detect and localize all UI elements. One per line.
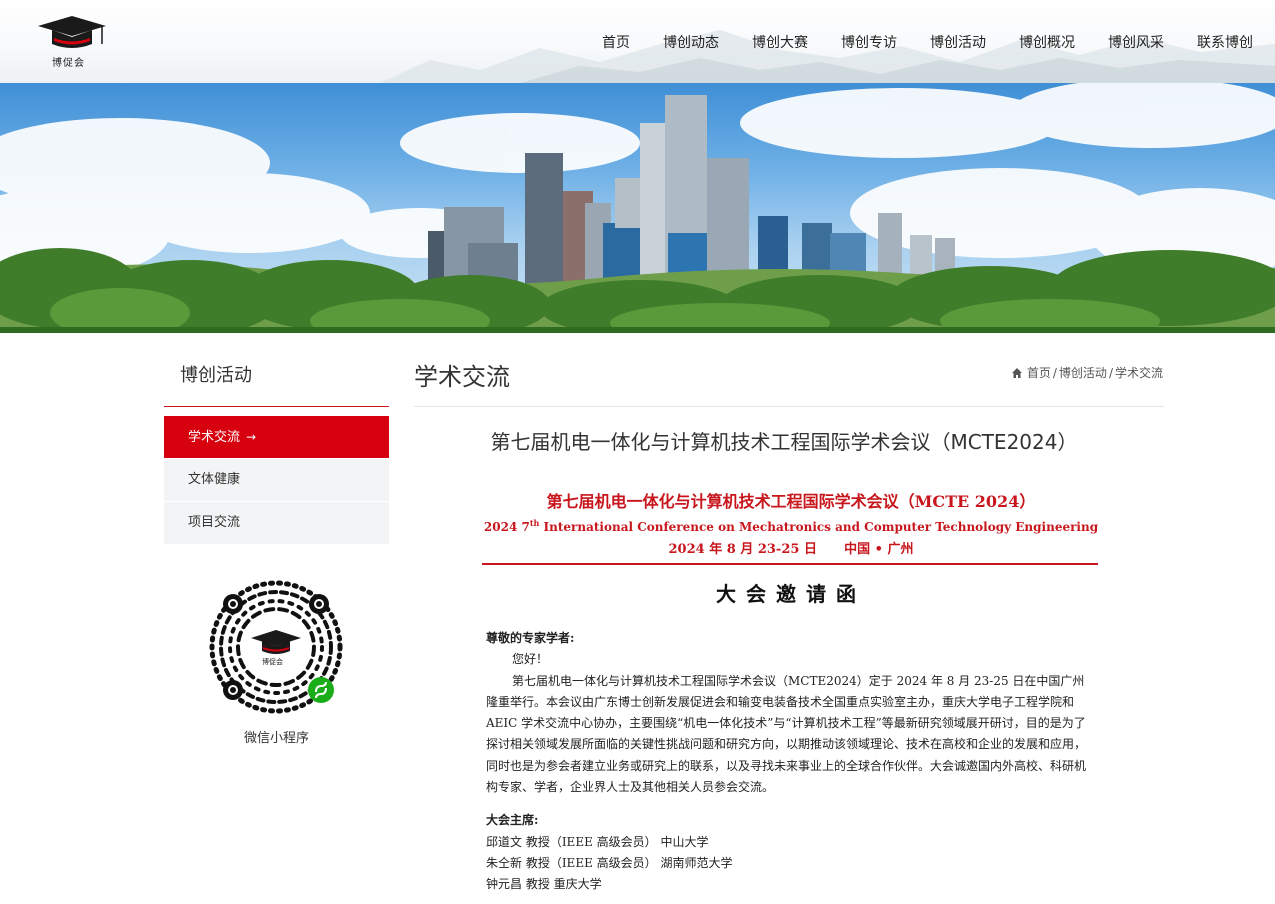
breadcrumb: 首页 / 博创活动 / 学术交流 bbox=[1011, 364, 1163, 381]
home-icon bbox=[1011, 367, 1022, 378]
doc-paragraph: 第七届机电一体化与计算机技术工程国际学术会议（MCTE2024）定于 2024 … bbox=[486, 673, 1087, 795]
doc-greeting: 尊敬的专家学者: bbox=[486, 631, 575, 645]
content-divider bbox=[414, 406, 1164, 407]
doc-chair-1: 邱道文 教授（IEEE 高级会员） 中山大学 bbox=[486, 834, 709, 849]
sidebar-item-projects[interactable]: 项目交流 bbox=[164, 502, 389, 544]
nav-style[interactable]: 博创风采 bbox=[1108, 32, 1164, 52]
doc-date-place: 2024 年 8 月 23-25 日 中国 • 广州 bbox=[668, 542, 914, 557]
nav-contact[interactable]: 联系博创 bbox=[1197, 32, 1253, 52]
doc-red-rule bbox=[482, 563, 1098, 565]
nav-overview[interactable]: 博创概况 bbox=[1019, 32, 1075, 52]
doc-chair-3: 钟元昌 教授 重庆大学 bbox=[486, 877, 602, 892]
article-title: 第七届机电一体化与计算机技术工程国际学术会议（MCTE2024） bbox=[490, 430, 1078, 454]
breadcrumb-home[interactable]: 首页 bbox=[1027, 364, 1051, 381]
site-header: 博促会 首页 博创动态 博创大赛 博创专访 博创活动 博创概况 博创风采 联系博… bbox=[0, 0, 1275, 83]
sidebar-divider bbox=[164, 406, 389, 407]
page-title: 学术交流 bbox=[414, 363, 510, 391]
doc-body: 尊敬的专家学者: 您好！ 第七届机电一体化与计算机技术工程国际学术会议（MCTE… bbox=[486, 628, 1096, 896]
nav-competition[interactable]: 博创大赛 bbox=[752, 32, 808, 52]
sidebar-item-label: 项目交流 bbox=[188, 515, 241, 530]
main-nav: 首页 博创动态 博创大赛 博创专访 博创活动 博创概况 博创风采 联系博创 bbox=[569, 32, 1253, 52]
breadcrumb-activities[interactable]: 博创活动 bbox=[1059, 364, 1107, 381]
doc-chair-heading: 大会主席: bbox=[486, 813, 539, 828]
doc-cn-title: 第七届机电一体化与计算机技术工程国际学术会议（MCTE 2024） bbox=[546, 492, 1036, 511]
sidebar-item-label: 学术交流 bbox=[188, 430, 241, 445]
sidebar-item-academic[interactable]: 学术交流 → bbox=[164, 416, 389, 458]
sidebar-title: 博创活动 bbox=[180, 365, 252, 386]
doc-heading: 大会邀请函 bbox=[716, 582, 866, 606]
wechat-miniprogram-qr-icon: 博促会 bbox=[209, 580, 343, 714]
nav-home[interactable]: 首页 bbox=[602, 32, 630, 52]
doc-hello: 您好！ bbox=[512, 652, 549, 667]
logo-text: 博促会 bbox=[52, 58, 85, 69]
invitation-document-image: 第七届机电一体化与计算机技术工程国际学术会议（MCTE 2024） 2024 7… bbox=[480, 480, 1102, 904]
breadcrumb-current[interactable]: 学术交流 bbox=[1115, 364, 1163, 381]
city-banner-image bbox=[0, 83, 1275, 333]
banner-illustration bbox=[0, 83, 1275, 333]
breadcrumb-separator: / bbox=[1052, 365, 1057, 380]
nav-activities[interactable]: 博创活动 bbox=[930, 32, 986, 52]
breadcrumb-separator: / bbox=[1108, 365, 1113, 380]
doc-chair-2: 朱仝新 教授（IEEE 高级会员） 湖南师范大学 bbox=[486, 855, 733, 870]
nav-interviews[interactable]: 博创专访 bbox=[841, 32, 897, 52]
qr-logo-text: 博促会 bbox=[262, 657, 283, 666]
doc-en-title: 2024 7th International Conference on Mec… bbox=[483, 518, 1099, 534]
nav-news[interactable]: 博创动态 bbox=[663, 32, 719, 52]
sidebar-item-sports-health[interactable]: 文体健康 bbox=[164, 459, 389, 501]
qr-label: 微信小程序 bbox=[243, 731, 309, 746]
sidebar-item-label: 文体健康 bbox=[188, 472, 241, 487]
sidebar-menu: 学术交流 → 文体健康 项目交流 bbox=[164, 416, 389, 545]
arrow-right-icon: → bbox=[246, 430, 257, 444]
